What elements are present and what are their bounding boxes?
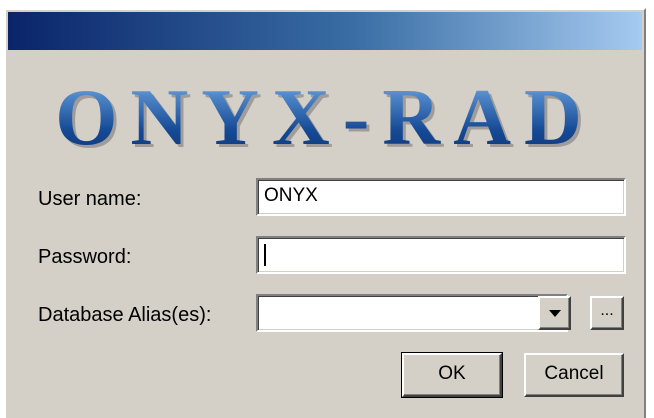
- title-bar[interactable]: [8, 12, 642, 50]
- onyx-rad-logo: ONYX-RAD: [6, 68, 644, 168]
- chevron-down-icon: [549, 310, 561, 317]
- cancel-button[interactable]: Cancel: [524, 353, 624, 397]
- dropdown-arrow-button[interactable]: [538, 296, 571, 330]
- ok-button[interactable]: OK: [401, 352, 503, 398]
- username-value: ONYX: [264, 185, 318, 206]
- password-field[interactable]: [256, 236, 626, 274]
- username-field[interactable]: ONYX: [256, 178, 626, 216]
- browse-alias-button[interactable]: ...: [590, 296, 624, 330]
- database-alias-select[interactable]: [256, 294, 568, 332]
- username-label: User name:: [38, 188, 142, 210]
- password-label: Password:: [38, 246, 132, 268]
- text-caret: [264, 244, 266, 266]
- login-dialog: ONYX-RAD ONYX-RAD User name: ONYX Passwo…: [4, 8, 646, 418]
- database-alias-label: Database Alias(es):: [38, 304, 212, 326]
